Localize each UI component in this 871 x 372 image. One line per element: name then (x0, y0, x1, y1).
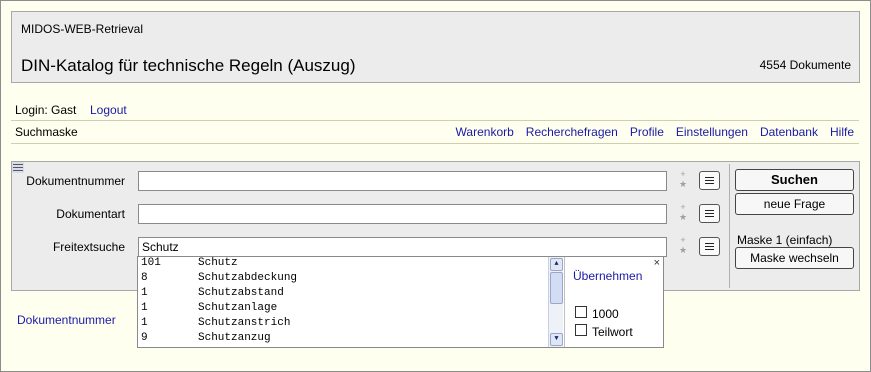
apply-link[interactable]: Übernehmen (573, 269, 642, 283)
list-item[interactable]: 101 Schutz (141, 257, 546, 272)
term-text: Schutzanstrich (198, 317, 291, 329)
freitextsuche-input[interactable] (138, 237, 667, 257)
close-icon[interactable]: × (654, 257, 660, 269)
scrollbar[interactable]: ▲ ▼ (548, 257, 563, 347)
autocomplete-popup: 101 Schutz 8 Schutzabdeckung 1 Schutzabstan… (137, 256, 664, 348)
autocomplete-options: × Übernehmen 1000 Teilwort (564, 257, 663, 347)
list-item[interactable]: 1 Schutzanlage (141, 302, 546, 317)
term-count: 1 (141, 287, 148, 299)
list-item[interactable]: 9 Schutzanzug (141, 332, 546, 347)
nav-warenkorb[interactable]: Warenkorb (456, 125, 514, 139)
logout-link[interactable]: Logout (90, 103, 127, 117)
header-panel: MIDOS-WEB-Retrieval DIN-Katalog für tech… (11, 11, 860, 83)
star-icon[interactable]: + ★ (678, 202, 688, 222)
term-text: Schutz (198, 257, 238, 269)
field-label-freitextsuche: Freitextsuche (52, 240, 125, 254)
page-label: Suchmaske (15, 125, 78, 139)
divider (11, 143, 859, 144)
scrollbar-thumb[interactable] (550, 272, 563, 304)
term-count: 1 (141, 317, 148, 329)
list-item[interactable]: 1 Schutzanstrich (141, 317, 546, 332)
option-1000-label: 1000 (592, 307, 619, 321)
dokumentart-input[interactable] (138, 204, 667, 224)
list-item[interactable]: 8 Schutzabdeckung (141, 272, 546, 287)
star-icon[interactable]: + ★ (678, 235, 688, 255)
app-name: MIDOS-WEB-Retrieval (21, 22, 144, 36)
term-text: Schutzanlage (198, 302, 278, 314)
option-teilwort-label: Teilwort (592, 325, 633, 339)
menu-lines-icon[interactable] (12, 162, 24, 173)
dokumentnummer-link-text[interactable]: Dokumentnummer (17, 313, 116, 327)
divider (729, 164, 730, 288)
dokumentnummer-link[interactable]: Dokumentnummer (17, 313, 116, 327)
nav-profile[interactable]: Profile (630, 125, 664, 139)
login-status: Login: Gast (15, 103, 77, 117)
search-button[interactable]: Suchen (735, 169, 854, 191)
nav-hilfe[interactable]: Hilfe (830, 125, 854, 139)
star-icon[interactable]: + ★ (678, 169, 688, 189)
scroll-down-icon[interactable]: ▼ (550, 333, 563, 346)
list-icon[interactable] (699, 204, 720, 223)
dokumentnummer-input[interactable] (138, 171, 667, 191)
field-label-dokumentart: Dokumentart (56, 207, 125, 221)
term-text: Schutzabdeckung (198, 272, 298, 284)
field-label-dokumentnummer: Dokumentnummer (26, 174, 125, 188)
option-teilwort-checkbox[interactable] (575, 324, 587, 336)
divider (11, 120, 859, 121)
mask-label: Maske 1 (einfach) (737, 233, 833, 247)
scroll-up-icon[interactable]: ▲ (550, 258, 563, 271)
nav-einstellungen[interactable]: Einstellungen (676, 125, 748, 139)
term-count: 1 (141, 302, 148, 314)
term-count: 8 (141, 272, 148, 284)
nav-recherchefragen[interactable]: Recherchefragen (526, 125, 618, 139)
page-title: DIN-Katalog für technische Regeln (Auszu… (21, 56, 356, 75)
option-1000-checkbox[interactable] (575, 306, 587, 318)
nav-datenbank[interactable]: Datenbank (760, 125, 818, 139)
main-nav: Warenkorb Recherchefragen Profile Einste… (456, 125, 854, 139)
list-item[interactable]: 1 Schutzabstand (141, 287, 546, 302)
term-count: 9 (141, 332, 148, 344)
term-text: Schutzanzug (198, 332, 271, 344)
switch-mask-button[interactable]: Maske wechseln (735, 247, 854, 269)
autocomplete-list: 101 Schutz 8 Schutzabdeckung 1 Schutzabstan… (138, 257, 564, 347)
document-count: 4554 Dokumente (759, 58, 851, 72)
list-icon[interactable] (699, 237, 720, 256)
term-text: Schutzabstand (198, 287, 284, 299)
term-count: 101 (141, 257, 161, 269)
list-icon[interactable] (699, 171, 720, 190)
new-query-button[interactable]: neue Frage (735, 193, 854, 215)
